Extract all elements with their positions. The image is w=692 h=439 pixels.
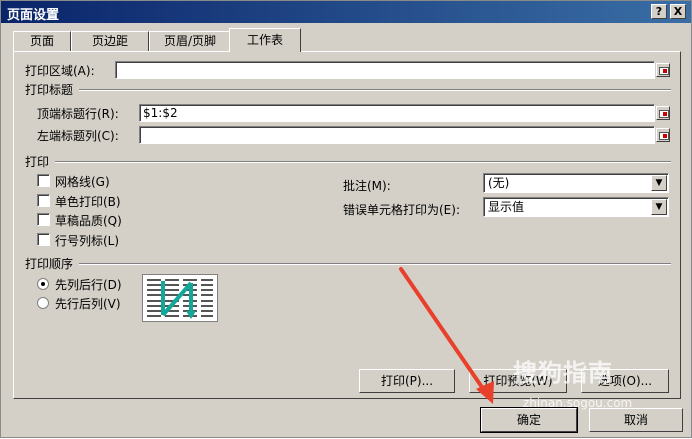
- tab-sheet[interactable]: 工作表: [229, 28, 301, 52]
- page-setup-dialog: 页面设置 ? X 页面 页边距 页眉/页脚 工作表 打印区域(A): 打印标题 …: [0, 0, 692, 438]
- watermark-text: 搜狗指南: [513, 359, 613, 387]
- watermark-url: zhinan.sogou.com: [523, 396, 633, 410]
